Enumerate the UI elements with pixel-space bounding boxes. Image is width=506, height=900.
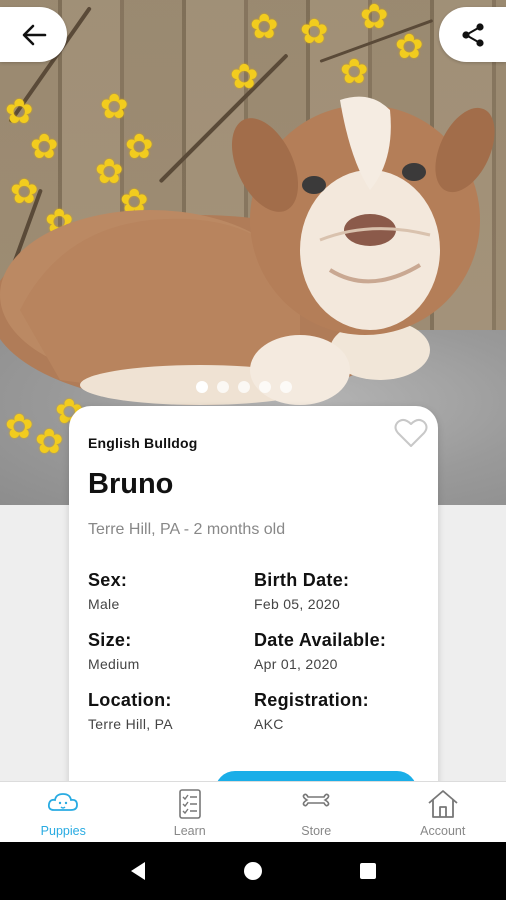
carousel-dot[interactable]: [280, 381, 292, 393]
heart-outline-icon[interactable]: [394, 417, 428, 449]
bottom-navigation: Puppies Learn Store Account: [0, 781, 506, 842]
nav-label-account: Account: [420, 824, 466, 838]
nav-item-puppies[interactable]: Puppies: [0, 782, 127, 842]
location-value: Terre Hill, PA: [88, 716, 173, 732]
carousel-dot[interactable]: [196, 381, 208, 393]
nav-label-store: Store: [301, 824, 332, 838]
nav-label-learn: Learn: [173, 824, 206, 838]
back-button[interactable]: [0, 7, 67, 62]
triangle-back-icon[interactable]: [127, 860, 149, 882]
carousel-dot[interactable]: [217, 381, 229, 393]
puppy-illustration: [0, 96, 495, 405]
birth-date-value: Feb 05, 2020: [254, 596, 341, 612]
bone-icon: [302, 793, 330, 807]
sex-label: Sex:: [88, 570, 128, 590]
home-icon: [428, 790, 458, 818]
flower: ✿: [360, 0, 389, 36]
birth-date-label: Birth Date:: [254, 570, 350, 590]
puppy-cloud-icon: [48, 793, 79, 811]
checklist-icon: [178, 789, 201, 819]
sex-value: Male: [88, 596, 120, 612]
flower: ✿: [395, 28, 424, 66]
square-recents-icon[interactable]: [357, 860, 379, 882]
location-label: Location:: [88, 690, 172, 710]
nav-item-account[interactable]: Account: [380, 782, 506, 842]
carousel-dot[interactable]: [259, 381, 271, 393]
circle-home-icon[interactable]: [242, 860, 264, 882]
system-navigation-bar: [0, 842, 506, 900]
size-value: Medium: [88, 656, 140, 672]
date-available-value: Apr 01, 2020: [254, 656, 338, 672]
arrow-left-icon: [22, 24, 46, 45]
share-icon: [461, 22, 484, 47]
size-label: Size:: [88, 630, 132, 650]
flower: ✿: [5, 408, 34, 446]
puppy-name: Bruno: [88, 468, 174, 500]
nav-item-learn[interactable]: Learn: [127, 782, 254, 842]
date-available-label: Date Available:: [254, 630, 387, 650]
nav-label-puppies: Puppies: [40, 824, 86, 838]
breed-label: English Bulldog: [88, 435, 198, 451]
location-age-text: Terre Hill, PA - 2 months old: [88, 521, 286, 538]
flower: ✿: [250, 8, 279, 46]
registration-label: Registration:: [254, 690, 369, 710]
nav-item-store[interactable]: Store: [253, 782, 380, 842]
carousel-indicator: [196, 381, 292, 393]
flower: ✿: [300, 13, 329, 51]
registration-value: AKC: [254, 716, 284, 732]
share-button[interactable]: [439, 7, 506, 62]
puppy-details-card: English Bulldog Bruno Terre Hill, PA - 2…: [69, 406, 438, 826]
carousel-dot[interactable]: [238, 381, 250, 393]
